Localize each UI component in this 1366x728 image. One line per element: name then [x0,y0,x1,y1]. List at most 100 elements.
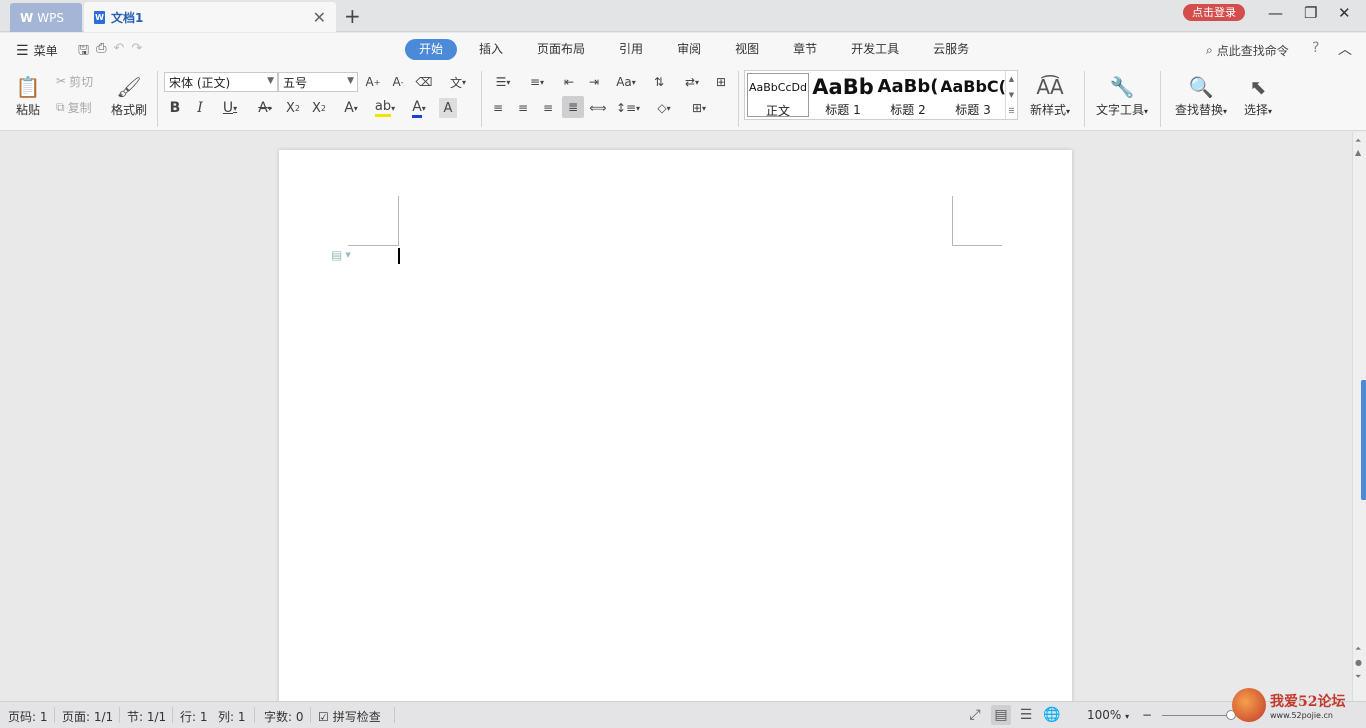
status-row[interactable]: 行: 1 [180,708,208,725]
close-tab-icon[interactable]: ✕ [313,8,326,27]
tab-review[interactable]: 审阅 [665,39,713,60]
menu-button[interactable]: ☰ 菜单 [16,42,58,59]
wps-home-tab[interactable]: W WPS [10,3,82,32]
decrease-indent-icon[interactable]: ⇤ [560,72,578,92]
change-case-icon[interactable]: Aa ▾ [612,72,640,92]
superscript-icon[interactable]: X2 [283,98,303,118]
highlight-icon[interactable]: ab ▾ [370,98,400,118]
tab-developer[interactable]: 开发工具 [839,39,911,60]
zoom-slider[interactable] [1162,715,1232,716]
redo-icon[interactable]: ↷ [131,41,142,63]
numbered-list-icon[interactable]: ≡ ▾ [523,72,551,92]
status-word-count[interactable]: 字数: 0 [264,708,304,725]
tab-insert[interactable]: 插入 [467,39,515,60]
new-style-button[interactable]: A͡A 新样式▾ [1026,71,1074,121]
web-view-icon[interactable]: 🌐 [1042,705,1062,725]
align-right-icon[interactable]: ≡ [539,98,557,118]
divider [172,707,173,723]
style-heading-3[interactable]: AaBbC( 标题 3 [941,73,1005,117]
zoom-level[interactable]: 100% ▾ [1087,708,1129,722]
tab-page-layout[interactable]: 页面布局 [525,39,597,60]
close-window-icon[interactable]: ✕ [1338,4,1351,22]
align-center-icon[interactable]: ≡ [514,98,532,118]
outline-view-icon[interactable]: ☰ [1016,705,1036,725]
shrink-font-icon[interactable]: A- [389,72,407,92]
italic-icon[interactable]: I [191,98,209,118]
justify-icon[interactable]: ≣ [562,96,584,118]
style-normal[interactable]: AaBbCcDd 正文 [747,73,809,117]
expand-gallery-icon[interactable]: ☰ [1008,107,1014,115]
spell-check-button[interactable]: ☑ 拼写检查 [318,708,381,725]
style-heading-1[interactable]: AaBb 标题 1 [811,73,875,117]
prev-page-icon[interactable]: ⏶ [1355,644,1361,654]
phonetic-guide-icon[interactable]: 文 ▾ [444,72,472,92]
zoom-out-icon[interactable]: − [1142,708,1152,722]
chevron-up-icon[interactable]: ▲ [1009,75,1014,83]
shading-icon[interactable]: ◇ ▾ [650,98,678,118]
scissors-icon: ✂ [56,74,67,88]
status-column[interactable]: 列: 1 [218,708,246,725]
bold-icon[interactable]: B [166,98,184,118]
document-tab[interactable]: W 文档1 ✕ [84,2,336,32]
scroll-up-icon[interactable]: ▲ [1355,148,1361,157]
copy-button[interactable]: ⧉ 复制 [56,98,92,116]
line-spacing-icon[interactable]: ↕≡ ▾ [614,98,642,118]
document-page[interactable]: ▤ ▼ [279,150,1072,701]
show-marks-icon[interactable]: ⇄ ▾ [678,72,706,92]
increase-indent-icon[interactable]: ⇥ [585,72,603,92]
fullscreen-icon[interactable]: ⤢ [965,705,985,725]
table-grid-icon[interactable]: ⊞ [712,72,730,92]
text-effect-icon[interactable]: A ▾ [337,98,365,118]
align-left-icon[interactable]: ≡ [489,98,507,118]
collapse-ribbon-icon[interactable]: ︿ [1338,39,1352,59]
select-button[interactable]: ⬉ 选择▾ [1238,71,1278,121]
tab-home[interactable]: 开始 [405,39,458,60]
chevron-down-icon[interactable]: ▼ [1009,91,1014,99]
login-button[interactable]: 点击登录 [1183,4,1245,21]
scroll-top-icon[interactable]: ⏶ [1355,136,1361,146]
font-name-select[interactable]: 宋体 (正文) ▼ [164,72,278,92]
format-painter-button[interactable]: 🖌 格式刷 [108,71,150,121]
cut-button[interactable]: ✂ 剪切 [56,72,93,90]
text-tools-button[interactable]: 🔧 文字工具▾ [1092,71,1152,121]
help-icon[interactable]: ? [1312,40,1319,56]
minimize-icon[interactable]: — [1268,4,1283,22]
new-tab-icon[interactable]: + [344,4,361,28]
bullet-list-icon[interactable]: ☰ ▾ [489,72,517,92]
status-section[interactable]: 节: 1/1 [127,708,166,725]
vertical-scrollbar[interactable]: ⏶ ▲ ⏶ ● ⏷ [1352,132,1366,701]
tab-references[interactable]: 引用 [607,39,655,60]
print-icon[interactable]: ⎙ [96,41,106,63]
command-search[interactable]: ⌕ 点此查找命令 [1206,42,1289,59]
borders-icon[interactable]: ⊞ ▾ [685,98,713,118]
save-icon[interactable]: 🖫 [78,41,89,63]
underline-icon[interactable]: U ▾ [216,98,244,118]
style-gallery-scroll[interactable]: ▲ ▼ ☰ [1005,71,1017,119]
find-replace-button[interactable]: 🔍 查找替换▾ [1170,71,1232,121]
font-size-select[interactable]: 五号 ▼ [278,72,358,92]
tab-section[interactable]: 章节 [781,39,829,60]
font-color-icon[interactable]: A ▾ [405,98,433,118]
paragraph-layout-icon[interactable]: ▤ ▼ [331,248,351,262]
style-heading-2[interactable]: AaBb( 标题 2 [876,73,940,117]
page-view-icon[interactable]: ▤ [991,705,1011,725]
divider [1084,71,1085,127]
search-icon: ⌕ [1206,43,1213,57]
next-page-icon[interactable]: ⏷ [1355,672,1361,682]
status-pages[interactable]: 页面: 1/1 [62,708,113,725]
sort-icon[interactable]: ⇅ [650,72,668,92]
distributed-align-icon[interactable]: ⟺ [589,98,607,118]
strikethrough-icon[interactable]: A ▾ [251,98,279,118]
char-shading-icon[interactable]: A [439,98,457,118]
scroll-thumb[interactable] [1361,380,1366,500]
tab-cloud[interactable]: 云服务 [921,39,981,60]
paste-button[interactable]: 📋 粘贴 [10,71,46,121]
tab-view[interactable]: 视图 [723,39,771,60]
grow-font-icon[interactable]: A + [364,72,382,92]
clear-format-icon[interactable]: ⌫ [415,72,433,92]
select-browse-icon[interactable]: ● [1355,658,1362,667]
restore-icon[interactable]: ❐ [1304,4,1317,22]
status-page-number[interactable]: 页码: 1 [8,708,48,725]
undo-icon[interactable]: ↶ [113,41,124,63]
subscript-icon[interactable]: X2 [309,98,329,118]
